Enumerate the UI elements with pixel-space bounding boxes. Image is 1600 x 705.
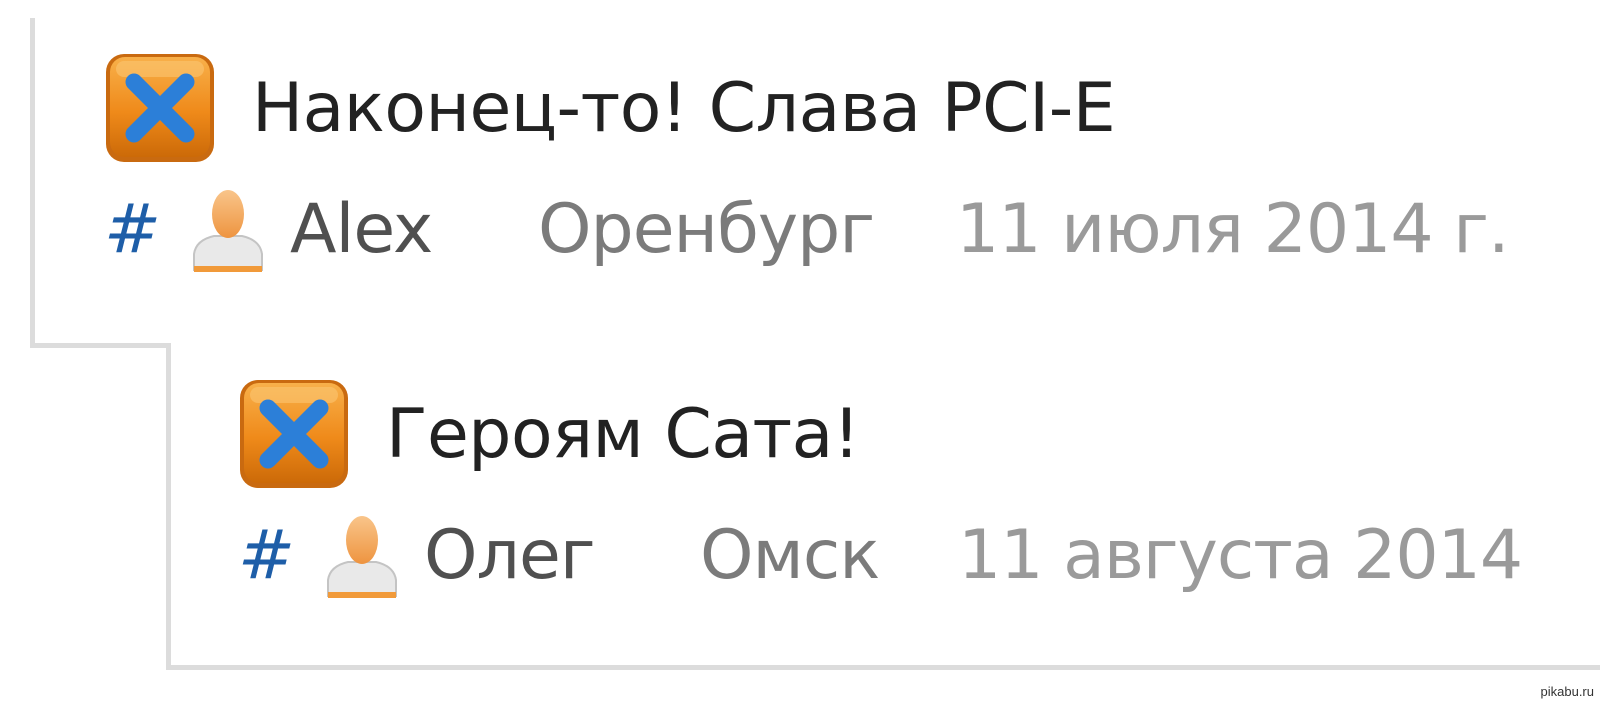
comment-text: Наконец-то! Слава PCI-E — [252, 68, 1116, 148]
comment: Наконец-то! Слава PCI-E # Alex Оренбург … — [104, 50, 1510, 274]
thread-line-inner-vertical — [166, 343, 171, 670]
status-x-badge-icon — [240, 380, 348, 488]
thread-line-outer-horizontal — [30, 343, 171, 348]
comment-city: Омск — [700, 515, 880, 595]
comment-body: Героям Сата! — [238, 376, 1522, 492]
comment-date: 11 августа 2014 — [958, 515, 1523, 595]
comment-author[interactable]: Alex — [290, 190, 538, 269]
comment-city: Оренбург — [538, 189, 875, 269]
comment-author[interactable]: Олег — [424, 516, 700, 595]
status-x-badge-icon — [106, 54, 214, 162]
thread-line-inner-horizontal — [166, 665, 1600, 670]
comment-meta: # Alex Оренбург 11 июля 2014 г. — [104, 184, 1510, 274]
comment-permalink[interactable]: # — [238, 516, 324, 595]
thread-line-outer-vertical — [30, 18, 35, 348]
comment-reply: Героям Сата! # Олег Омск 11 августа 2014 — [238, 376, 1523, 600]
watermark: pikabu.ru — [1540, 684, 1594, 699]
comment-date: 11 июля 2014 г. — [956, 189, 1510, 269]
comment-text: Героям Сата! — [386, 394, 860, 474]
comment-body: Наконец-то! Слава PCI-E — [104, 50, 1509, 166]
user-avatar-icon — [327, 516, 397, 598]
user-avatar-icon — [193, 190, 263, 272]
comment-meta: # Олег Омск 11 августа 2014 — [238, 510, 1523, 600]
comment-permalink[interactable]: # — [104, 190, 190, 269]
